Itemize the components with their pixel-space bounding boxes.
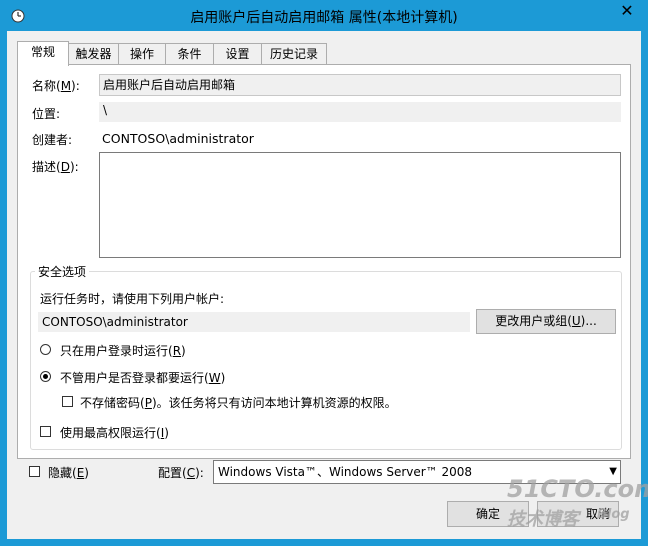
hidden-checkbox[interactable] <box>29 466 40 477</box>
tab-settings[interactable]: 设置 <box>213 43 262 64</box>
run-whether-logged-on-radio[interactable] <box>40 371 51 382</box>
no-store-password-checkbox[interactable] <box>62 396 73 407</box>
title-bar[interactable]: 启用账户后自动启用邮箱 属性(本地计算机) ✕ <box>1 1 647 31</box>
location-label: 位置: <box>32 107 61 121</box>
highest-privileges-label[interactable]: 使用最高权限运行(I) <box>60 424 169 441</box>
description-textarea[interactable] <box>99 152 621 258</box>
location-field: \ <box>99 102 621 122</box>
tab-triggers[interactable]: 触发器 <box>68 43 119 64</box>
author-label: 创建者: <box>32 133 73 147</box>
window-title: 启用账户后自动启用邮箱 属性(本地计算机) <box>190 10 458 26</box>
tab-history[interactable]: 历史记录 <box>261 43 327 64</box>
tab-conditions[interactable]: 条件 <box>165 43 214 64</box>
no-store-password-label[interactable]: 不存储密码(P)。该任务将只有访问本地计算机资源的权限。 <box>80 394 397 411</box>
tab-actions[interactable]: 操作 <box>118 43 166 64</box>
author-value: CONTOSO\administrator <box>102 131 254 146</box>
name-field[interactable]: 启用账户后自动启用邮箱 <box>99 74 621 96</box>
run-as-prompt: 运行任务时，请使用下列用户帐户: <box>40 292 225 306</box>
name-label: 名称(M): <box>32 79 80 93</box>
configure-selected-value: Windows Vista™、Windows Server™ 2008 <box>218 465 473 479</box>
user-account-field: CONTOSO\administrator <box>38 312 470 332</box>
security-options-title: 安全选项 <box>35 263 90 280</box>
properties-window: 启用账户后自动启用邮箱 属性(本地计算机) ✕ 常规 触发器 操作 条件 设置 … <box>0 0 648 546</box>
general-tab-panel: 名称(M): 启用账户后自动启用邮箱 位置: \ 创建者: CONTOSO\ad… <box>17 64 631 459</box>
configure-label: 配置(C): <box>158 466 204 480</box>
hidden-label[interactable]: 隐藏(E) <box>48 464 89 481</box>
run-only-logged-on-label[interactable]: 只在用户登录时运行(R) <box>60 342 186 359</box>
close-icon[interactable]: ✕ <box>613 1 641 23</box>
run-only-logged-on-radio[interactable] <box>40 344 51 355</box>
run-whether-logged-on-label[interactable]: 不管用户是否登录都要运行(W) <box>60 369 225 386</box>
watermark-site: 51CTO.com <box>507 475 648 503</box>
dialog-client: 常规 触发器 操作 条件 设置 历史记录 名称(M): 启用账户后自动启用邮箱 … <box>7 31 648 539</box>
tab-general[interactable]: 常规 <box>17 41 69 66</box>
description-label: 描述(D): <box>32 160 79 174</box>
security-options-group: 安全选项 运行任务时，请使用下列用户帐户: CONTOSO\administra… <box>30 263 622 450</box>
watermark-tagline: 技术博客 <box>507 509 579 530</box>
change-user-button[interactable]: 更改用户或组(U)... <box>476 309 616 334</box>
highest-privileges-checkbox[interactable] <box>40 426 51 437</box>
watermark-blog: Blog <box>597 507 630 522</box>
